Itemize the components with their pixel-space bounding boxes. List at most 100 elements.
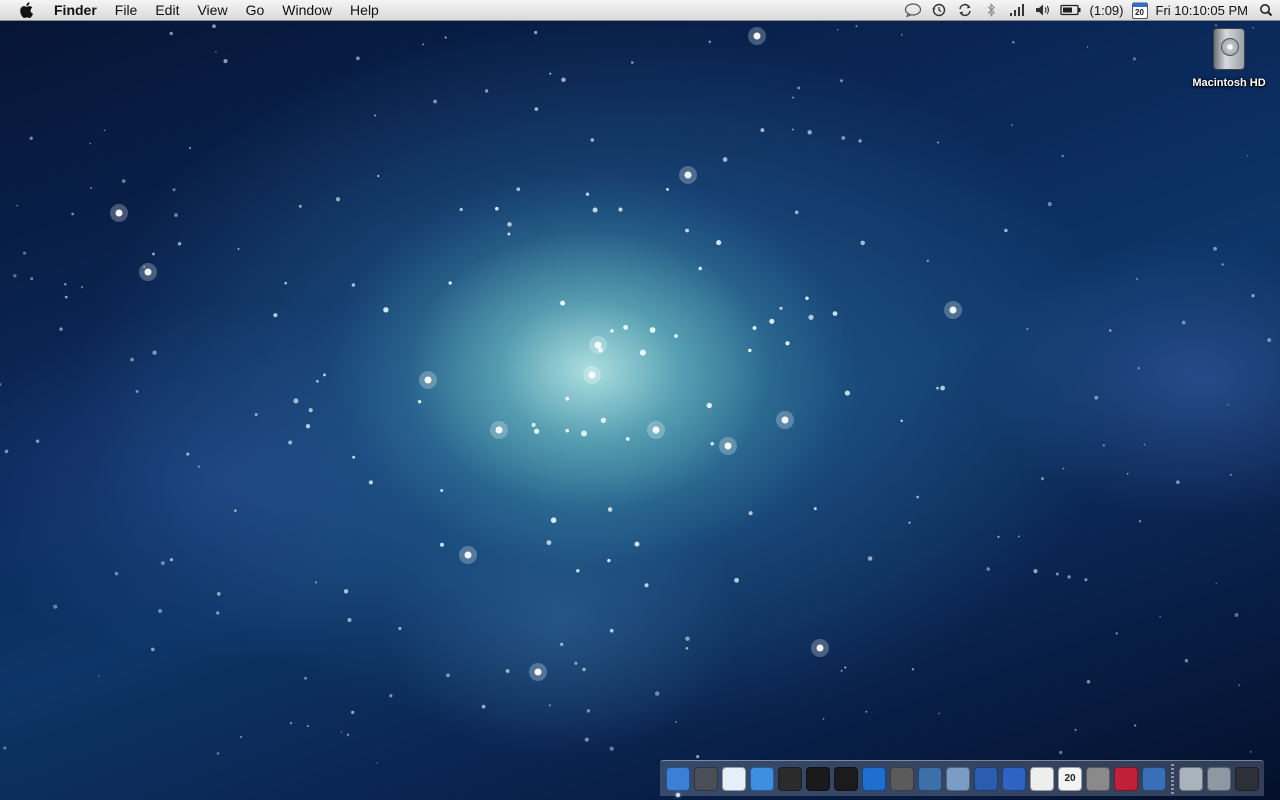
feather-icon[interactable] — [974, 766, 998, 791]
quicktime-icon[interactable] — [862, 766, 886, 791]
star — [71, 212, 75, 216]
menu-window[interactable]: Window — [273, 0, 341, 21]
star — [841, 136, 846, 140]
facetime-icon[interactable] — [778, 766, 802, 791]
itunes-icon[interactable] — [834, 766, 858, 791]
star — [368, 480, 373, 485]
battery-icon[interactable] — [1056, 0, 1086, 21]
desktop-item-label: Macintosh HD — [1192, 77, 1266, 89]
textedit-icon[interactable] — [1030, 766, 1054, 791]
star — [832, 311, 838, 316]
star — [807, 130, 812, 135]
star — [433, 99, 438, 104]
star — [389, 694, 393, 698]
star — [398, 626, 402, 631]
apple-menu[interactable] — [0, 1, 45, 19]
menu-edit[interactable]: Edit — [146, 0, 188, 21]
star — [531, 422, 536, 427]
calendar-icon[interactable]: 20 — [1128, 0, 1152, 21]
star — [495, 206, 499, 211]
star — [534, 107, 539, 111]
star — [1251, 294, 1255, 298]
star — [592, 207, 598, 213]
iphoto-icon[interactable] — [918, 766, 942, 791]
star — [507, 232, 511, 236]
safari-icon[interactable] — [750, 766, 774, 791]
star — [1214, 24, 1218, 27]
mail-icon[interactable] — [722, 766, 746, 791]
star-bright — [816, 644, 824, 652]
star — [64, 283, 67, 286]
star — [844, 666, 847, 669]
star — [216, 592, 221, 596]
star — [916, 495, 920, 499]
star — [169, 558, 174, 562]
star — [1246, 154, 1249, 157]
star-bright — [495, 426, 503, 434]
star — [623, 324, 629, 330]
desktop-item-macintosh-hd[interactable]: Macintosh HD — [1190, 28, 1268, 89]
star — [549, 72, 552, 75]
app-menu-finder[interactable]: Finder — [45, 0, 106, 21]
time-machine-icon[interactable] — [926, 0, 952, 21]
menu-go[interactable]: Go — [237, 0, 274, 21]
star — [1017, 535, 1020, 538]
running-indicator — [676, 792, 680, 797]
star — [308, 408, 313, 413]
star — [289, 722, 293, 725]
star — [696, 754, 700, 759]
star — [706, 402, 713, 409]
star — [64, 295, 68, 299]
star — [911, 668, 915, 671]
star — [234, 509, 237, 512]
star — [422, 43, 425, 46]
star — [1055, 572, 1059, 576]
finder-icon[interactable] — [666, 766, 690, 797]
downloads-stack-icon[interactable] — [1207, 766, 1231, 791]
star — [316, 380, 319, 383]
star — [158, 609, 163, 613]
star — [343, 589, 349, 594]
star — [103, 129, 106, 132]
network-globe-icon[interactable] — [1142, 766, 1166, 791]
app-store-icon[interactable] — [1114, 766, 1138, 791]
dock-separator[interactable] — [1171, 763, 1174, 794]
star — [546, 540, 552, 546]
star — [3, 746, 7, 750]
star — [722, 157, 728, 162]
star — [29, 136, 33, 140]
battery-time[interactable]: (1:09) — [1086, 0, 1128, 21]
preview-icon[interactable] — [946, 766, 970, 791]
star — [114, 571, 119, 576]
imovie-icon[interactable] — [890, 766, 914, 791]
bluetooth-icon[interactable] — [978, 0, 1004, 21]
star — [314, 581, 318, 584]
star — [748, 348, 752, 353]
star — [561, 77, 566, 83]
chat-icon[interactable] — [900, 0, 926, 21]
star — [439, 542, 445, 547]
star — [666, 187, 669, 191]
menu-file[interactable]: File — [106, 0, 147, 21]
menu-view[interactable]: View — [188, 0, 236, 21]
menu-help[interactable]: Help — [341, 0, 388, 21]
word-icon[interactable] — [1002, 766, 1026, 791]
spotlight-icon[interactable] — [1252, 0, 1280, 21]
star — [30, 277, 34, 281]
star — [716, 240, 722, 246]
star — [254, 412, 258, 417]
dashboard-icon[interactable] — [694, 766, 718, 791]
wifi-icon[interactable] — [1004, 0, 1030, 21]
ical-icon[interactable]: 20 — [1058, 766, 1082, 791]
system-preferences-icon[interactable] — [1086, 766, 1110, 791]
star — [507, 222, 512, 227]
menu-clock[interactable]: Fri 10:10:05 PM — [1152, 0, 1253, 21]
star — [813, 507, 817, 511]
star — [352, 455, 356, 459]
iphone-icon[interactable] — [806, 766, 830, 791]
sync-icon[interactable] — [952, 0, 978, 21]
star — [346, 733, 350, 737]
documents-stack-icon[interactable] — [1179, 766, 1203, 791]
volume-icon[interactable] — [1030, 0, 1056, 21]
trash-icon[interactable] — [1235, 766, 1259, 791]
